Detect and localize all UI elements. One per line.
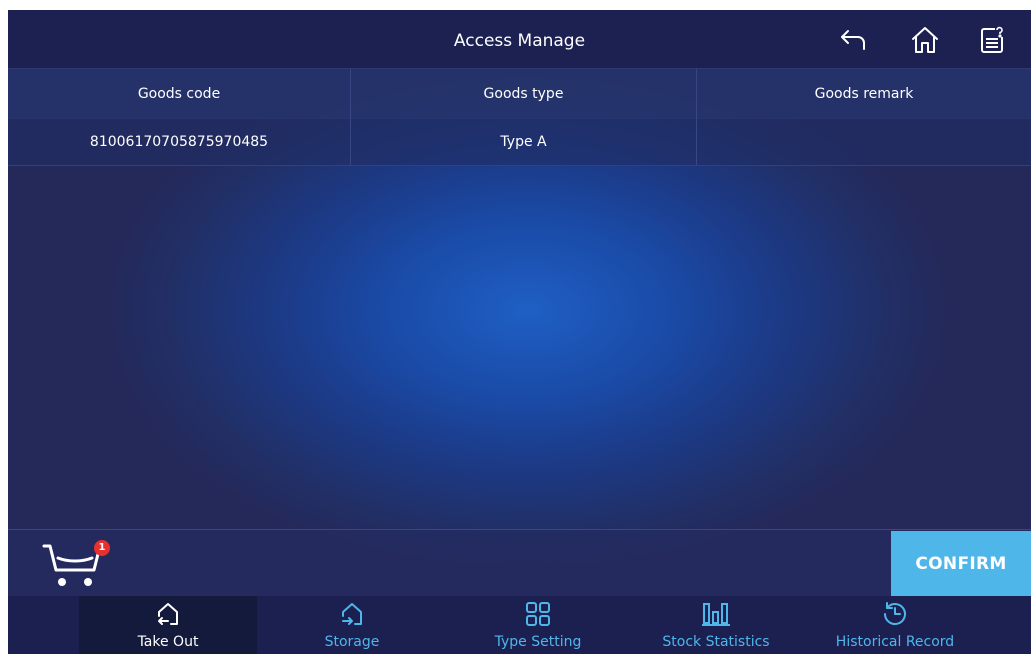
bottom-nav: Take Out Storage Type Setting Stock Stat… (8, 596, 1031, 654)
nav-historical-record[interactable]: Historical Record (806, 596, 984, 654)
home-icon (912, 27, 938, 53)
column-header-goods-type: Goods type (351, 69, 697, 118)
nav-label-stock-statistics: Stock Statistics (662, 634, 770, 650)
confirm-button[interactable]: CONFIRM (891, 531, 1031, 597)
goods-remark-cell (697, 118, 1031, 165)
app-screen: Access Manage Goods code Goods type Good… (8, 10, 1031, 654)
home-button[interactable] (905, 22, 945, 58)
help-menu-button[interactable] (972, 22, 1012, 58)
cart-bar: 1 CONFIRM (8, 529, 1031, 597)
table-row[interactable]: 81006170705875970485 Type A (8, 118, 1031, 166)
take-out-icon (158, 603, 178, 625)
top-bar: Access Manage (8, 10, 1031, 68)
cart-count-badge: 1 (94, 540, 110, 556)
goods-code-cell: 81006170705875970485 (8, 118, 351, 165)
nav-label-storage: Storage (324, 634, 380, 650)
nav-label-take-out: Take Out (137, 634, 199, 650)
nav-stock-statistics[interactable]: Stock Statistics (627, 596, 805, 654)
grid-icon (526, 602, 550, 626)
nav-type-setting[interactable]: Type Setting (449, 596, 627, 654)
back-arrow-icon (841, 30, 865, 50)
column-header-goods-remark: Goods remark (814, 85, 914, 102)
bar-chart-icon (702, 603, 730, 626)
nav-label-type-setting: Type Setting (494, 634, 582, 650)
nav-storage[interactable]: Storage (263, 596, 441, 654)
nav-take-out[interactable]: Take Out (79, 596, 257, 654)
cart-button[interactable]: 1 (42, 540, 110, 590)
document-help-icon (981, 26, 1003, 53)
storage-icon (342, 603, 362, 625)
nav-label-historical-record: Historical Record (835, 634, 955, 650)
shopping-cart-icon (42, 544, 100, 586)
page-title: Access Manage (453, 31, 586, 51)
table-header: Goods code Goods type Goods remark (8, 68, 1031, 119)
goods-type-cell: Type A (351, 118, 697, 165)
history-icon (884, 602, 906, 625)
column-header-goods-code: Goods code (8, 69, 351, 118)
back-button[interactable] (834, 22, 874, 58)
